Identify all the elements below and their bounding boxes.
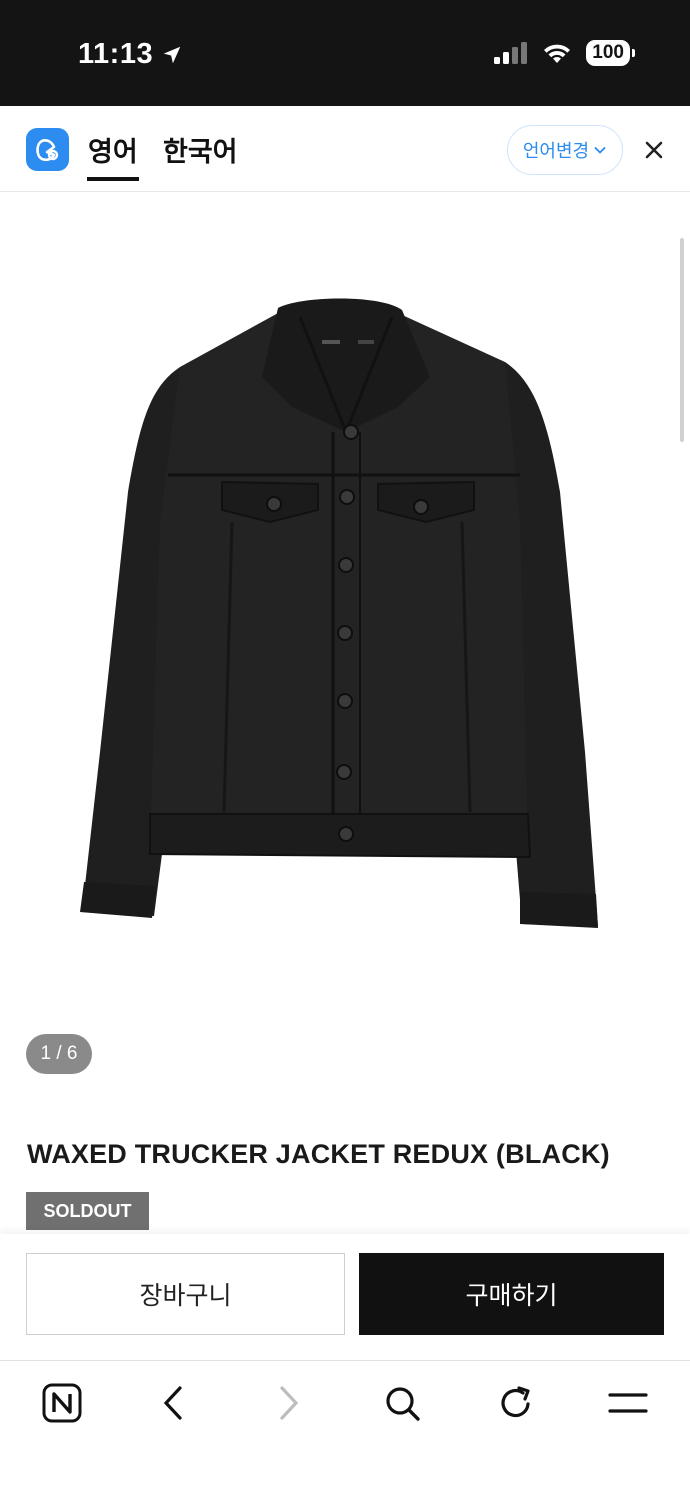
close-icon xyxy=(645,141,663,159)
status-time-group: 11:13 xyxy=(78,38,183,71)
location-arrow-icon xyxy=(163,46,181,63)
tab-korean[interactable]: 한국어 xyxy=(163,130,238,169)
search-icon xyxy=(386,1387,420,1421)
status-bar: 11:13 100 xyxy=(0,0,690,106)
back-button[interactable] xyxy=(152,1381,196,1425)
status-icons: 100 xyxy=(494,40,635,66)
close-button[interactable] xyxy=(640,136,668,164)
signal-icon xyxy=(494,42,528,64)
scrollbar[interactable] xyxy=(680,238,684,442)
reload-icon xyxy=(501,1386,530,1418)
naver-home-button[interactable] xyxy=(40,1381,84,1425)
tab-english[interactable]: 영어 xyxy=(87,130,139,181)
jacket-image xyxy=(80,298,598,928)
menu-icon xyxy=(608,1393,648,1413)
change-language-button[interactable]: 언어변경 xyxy=(507,125,623,175)
buy-button-label: 구매하기 xyxy=(465,1282,558,1310)
cart-button-label: 장바구니 xyxy=(139,1282,232,1310)
translate-bar: 영어 한국어 언어변경 xyxy=(0,106,690,192)
translator-logo-icon xyxy=(26,128,69,171)
forward-icon xyxy=(280,1386,299,1420)
product-title: WAXED TRUCKER JACKET REDUX (BLACK) xyxy=(27,1139,610,1169)
purchase-bar: 장바구니 구매하기 xyxy=(0,1234,690,1360)
status-time: 11:13 xyxy=(78,38,154,70)
battery-icon: 100 xyxy=(586,40,635,66)
tab-english-label: 영어 xyxy=(88,137,138,167)
change-language-label: 언어변경 xyxy=(522,141,590,161)
soldout-badge: SOLDOUT xyxy=(26,1192,149,1230)
forward-button[interactable] xyxy=(266,1381,310,1425)
reload-button[interactable] xyxy=(494,1381,538,1425)
wifi-icon xyxy=(544,44,571,63)
cart-button[interactable]: 장바구니 xyxy=(26,1253,345,1335)
browser-toolbar xyxy=(0,1360,690,1500)
buy-button[interactable]: 구매하기 xyxy=(359,1253,664,1335)
chevron-down-icon xyxy=(594,146,606,154)
tab-korean-label: 한국어 xyxy=(163,137,238,167)
naver-home-icon xyxy=(42,1383,82,1423)
back-icon xyxy=(163,1386,182,1420)
product-image[interactable] xyxy=(0,192,690,1072)
search-button[interactable] xyxy=(380,1381,424,1425)
menu-button[interactable] xyxy=(606,1381,650,1425)
image-counter: 1 / 6 xyxy=(26,1034,92,1074)
